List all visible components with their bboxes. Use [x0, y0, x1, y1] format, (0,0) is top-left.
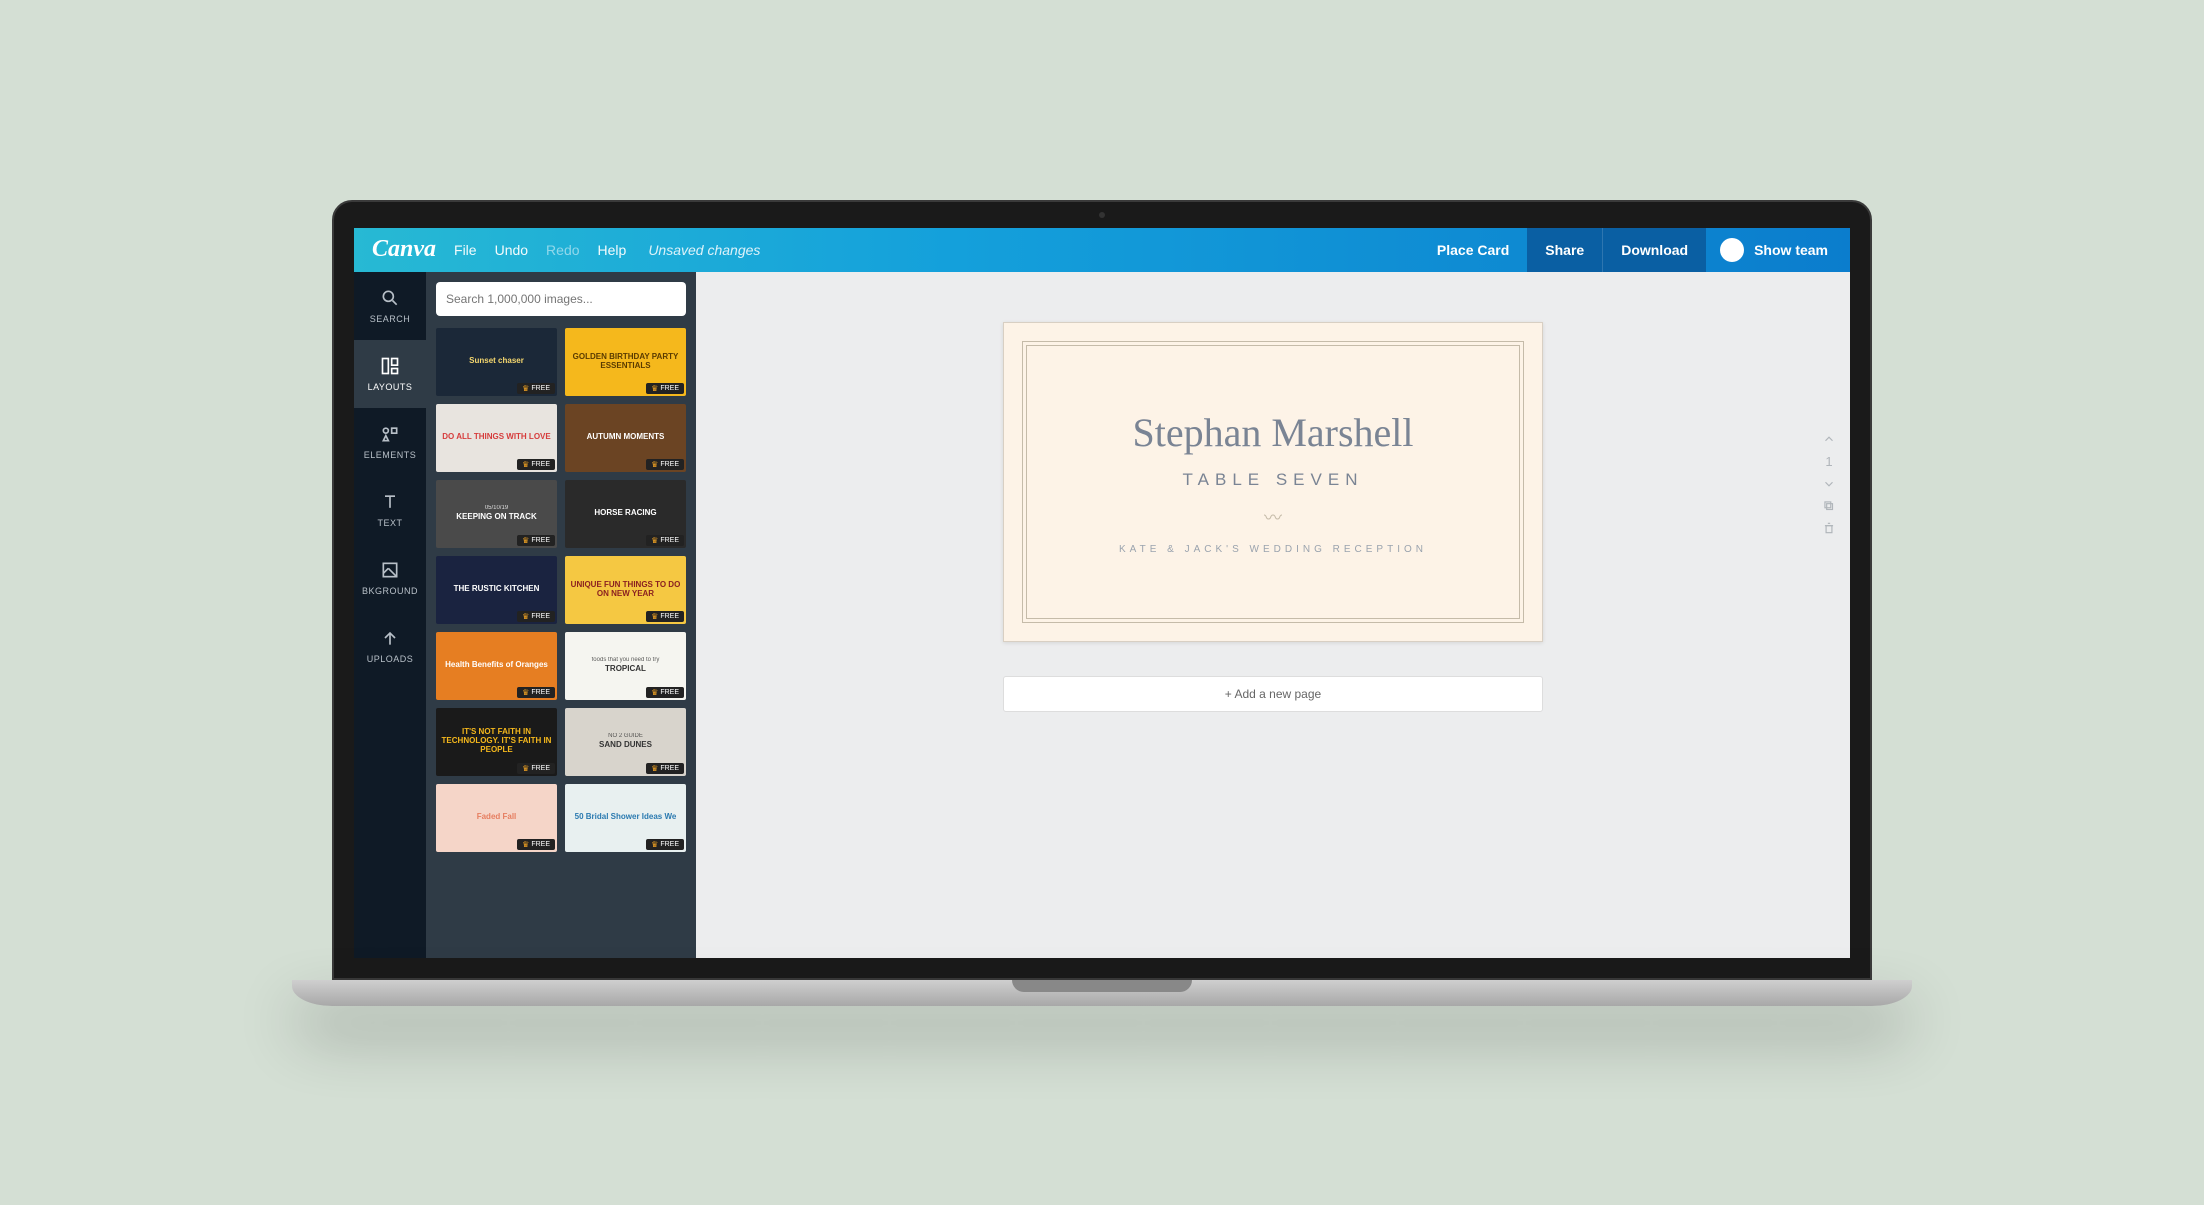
tab-layouts-label: LAYOUTS [368, 382, 413, 392]
template-thumbnail[interactable]: AUTUMN MOMENTSFREE [565, 404, 686, 472]
tab-search[interactable]: SEARCH [354, 272, 426, 340]
template-thumbnail[interactable]: DO ALL THINGS WITH LOVEFREE [436, 404, 557, 472]
template-thumbnail[interactable]: Health Benefits of OrangesFREE [436, 632, 557, 700]
template-thumbnail[interactable]: UNIQUE FUN THINGS TO DO ON NEW YEARFREE [565, 556, 686, 624]
side-tabs: SEARCH LAYOUTS ELEMENTS TEXT [354, 272, 426, 958]
layouts-icon [380, 356, 400, 376]
flourish-icon: 〰 [1264, 504, 1282, 530]
template-grid: Sunset chaserFREEGOLDEN BIRTHDAY PARTY E… [436, 328, 686, 852]
free-badge: FREE [517, 611, 555, 622]
document-title[interactable]: Place Card [1419, 242, 1527, 258]
tab-elements[interactable]: ELEMENTS [354, 408, 426, 476]
card-border-outer: Stephan Marshell TABLE SEVEN 〰 KATE & JA… [1022, 341, 1524, 623]
free-badge: FREE [517, 687, 555, 698]
main-area: SEARCH LAYOUTS ELEMENTS TEXT [354, 272, 1850, 958]
free-badge: FREE [646, 687, 684, 698]
tab-uploads[interactable]: UPLOADS [354, 612, 426, 680]
free-badge: FREE [646, 535, 684, 546]
topbar-right: Place Card Share Download Show team [1419, 228, 1850, 272]
add-page-button[interactable]: + Add a new page [1003, 676, 1543, 712]
chevron-down-icon[interactable] [1822, 477, 1836, 491]
bkground-icon [380, 560, 400, 580]
free-badge: FREE [517, 535, 555, 546]
card-table-text[interactable]: TABLE SEVEN [1183, 470, 1364, 490]
menu-help[interactable]: Help [598, 242, 627, 258]
tab-search-label: SEARCH [370, 314, 411, 324]
elements-icon [380, 424, 400, 444]
tab-bkground[interactable]: BKGROUND [354, 544, 426, 612]
page-controls: 1 [1822, 432, 1836, 535]
search-box[interactable] [436, 282, 686, 316]
template-thumbnail[interactable]: foods that you need to tryTROPICALFREE [565, 632, 686, 700]
download-button[interactable]: Download [1602, 228, 1706, 272]
free-badge: FREE [517, 383, 555, 394]
menu-bar: File Undo Redo Help Unsaved changes [454, 242, 760, 258]
free-badge: FREE [646, 459, 684, 470]
menu-redo[interactable]: Redo [546, 242, 579, 258]
card-border-inner: Stephan Marshell TABLE SEVEN 〰 KATE & JA… [1026, 345, 1520, 619]
tab-uploads-label: UPLOADS [367, 654, 414, 664]
free-badge: FREE [517, 763, 555, 774]
tab-text-label: TEXT [377, 518, 402, 528]
share-button[interactable]: Share [1527, 228, 1602, 272]
menu-file[interactable]: File [454, 242, 477, 258]
unsaved-status: Unsaved changes [648, 242, 760, 258]
template-thumbnail[interactable]: GOLDEN BIRTHDAY PARTY ESSENTIALSFREE [565, 328, 686, 396]
camera-dot [1099, 212, 1105, 218]
show-team-button[interactable]: Show team [1754, 242, 1850, 258]
chevron-up-icon[interactable] [1822, 432, 1836, 446]
top-bar: Canva File Undo Redo Help Unsaved change… [354, 228, 1850, 272]
template-thumbnail[interactable]: NO 2 GUIDESAND DUNESFREE [565, 708, 686, 776]
brand-logo[interactable]: Canva [354, 236, 454, 263]
card-reception-text[interactable]: KATE & JACK'S WEDDING RECEPTION [1119, 544, 1427, 555]
template-thumbnail[interactable]: Sunset chaserFREE [436, 328, 557, 396]
template-thumbnail[interactable]: 50 Bridal Shower Ideas WeFREE [565, 784, 686, 852]
laptop-base [292, 980, 1912, 1006]
free-badge: FREE [517, 459, 555, 470]
trash-icon[interactable] [1822, 521, 1836, 535]
template-thumbnail[interactable]: IT'S NOT FAITH IN TECHNOLOGY. IT'S FAITH… [436, 708, 557, 776]
free-badge: FREE [646, 763, 684, 774]
tab-layouts[interactable]: LAYOUTS [354, 340, 426, 408]
tab-elements-label: ELEMENTS [364, 450, 417, 460]
free-badge: FREE [646, 839, 684, 850]
avatar[interactable] [1720, 238, 1744, 262]
template-thumbnail[interactable]: 05/10/19KEEPING ON TRACKFREE [436, 480, 557, 548]
laptop-frame: Canva File Undo Redo Help Unsaved change… [332, 200, 1872, 1006]
page-number: 1 [1825, 454, 1832, 469]
tab-text[interactable]: TEXT [354, 476, 426, 544]
search-input[interactable] [446, 292, 676, 306]
tab-bkground-label: BKGROUND [362, 586, 418, 596]
canvas-area[interactable]: Stephan Marshell TABLE SEVEN 〰 KATE & JA… [696, 272, 1850, 958]
search-icon [380, 288, 400, 308]
card-guest-name[interactable]: Stephan Marshell [1132, 409, 1413, 456]
menu-undo[interactable]: Undo [495, 242, 528, 258]
uploads-icon [380, 628, 400, 648]
text-icon [380, 492, 400, 512]
templates-panel: Sunset chaserFREEGOLDEN BIRTHDAY PARTY E… [426, 272, 696, 958]
template-thumbnail[interactable]: THE RUSTIC KITCHENFREE [436, 556, 557, 624]
free-badge: FREE [646, 383, 684, 394]
free-badge: FREE [646, 611, 684, 622]
design-canvas[interactable]: Stephan Marshell TABLE SEVEN 〰 KATE & JA… [1003, 322, 1543, 642]
app-screen: Canva File Undo Redo Help Unsaved change… [354, 228, 1850, 958]
free-badge: FREE [517, 839, 555, 850]
template-thumbnail[interactable]: HORSE RACINGFREE [565, 480, 686, 548]
screen-bezel: Canva File Undo Redo Help Unsaved change… [332, 200, 1872, 980]
template-thumbnail[interactable]: Faded FallFREE [436, 784, 557, 852]
copy-icon[interactable] [1822, 499, 1836, 513]
